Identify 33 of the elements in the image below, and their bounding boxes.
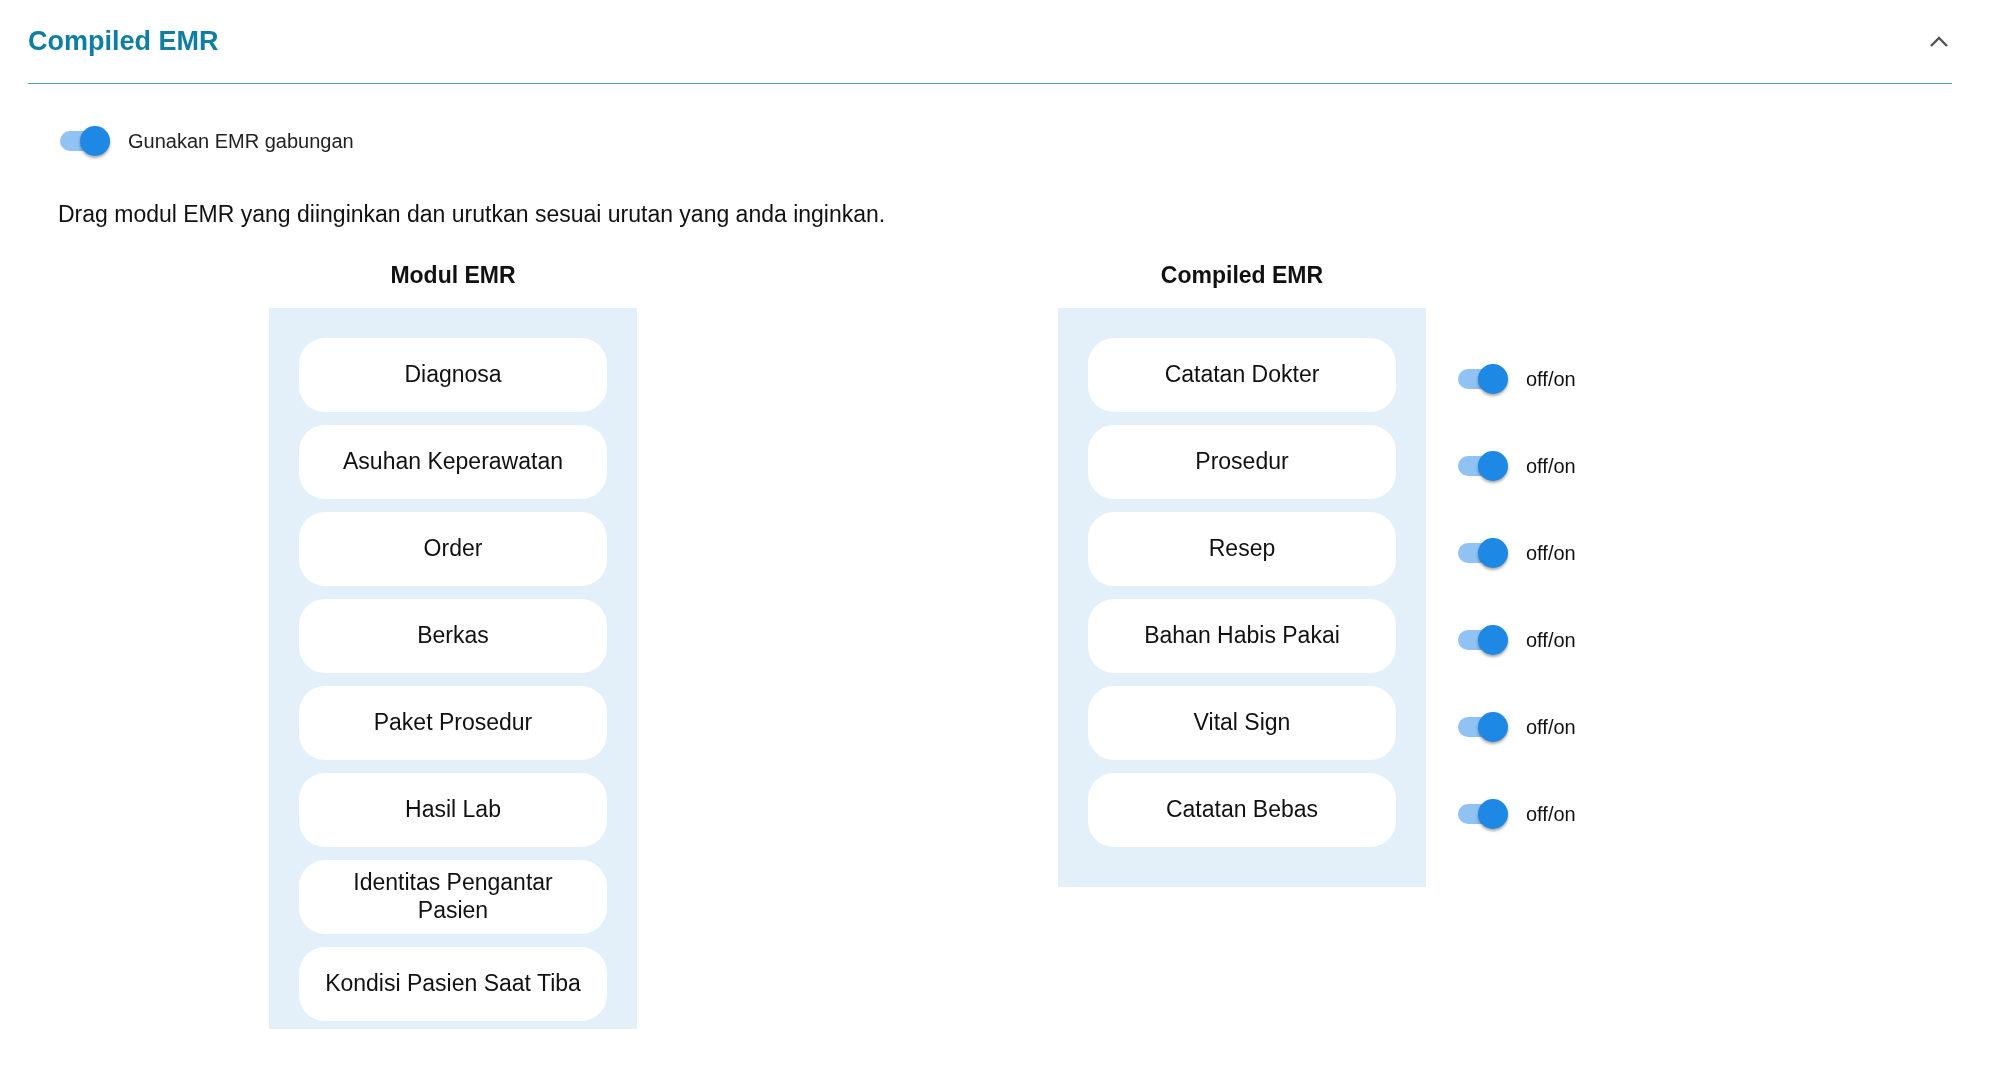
- module-card[interactable]: Catatan Dokter: [1088, 338, 1396, 412]
- module-card[interactable]: Paket Prosedur: [299, 686, 607, 760]
- toggle-label: off/on: [1526, 453, 1576, 479]
- module-card[interactable]: Order: [299, 512, 607, 586]
- module-card[interactable]: Bahan Habis Pakai: [1088, 599, 1396, 673]
- module-card[interactable]: Berkas: [299, 599, 607, 673]
- toggle-switch[interactable]: [1456, 449, 1510, 482]
- toggle-label: Gunakan EMR gabungan: [128, 129, 354, 154]
- toggle-label: off/on: [1526, 540, 1576, 566]
- toggle-label: off/on: [1526, 801, 1576, 827]
- toggle-label: off/on: [1526, 627, 1576, 653]
- toggle-switch[interactable]: [58, 125, 112, 157]
- module-card[interactable]: Resep: [1088, 512, 1396, 586]
- module-card[interactable]: Prosedur: [1088, 425, 1396, 499]
- module-card[interactable]: Hasil Lab: [299, 773, 607, 847]
- toggle-switch[interactable]: [1456, 623, 1510, 656]
- module-card[interactable]: Diagnosa: [299, 338, 607, 412]
- module-card[interactable]: Asuhan Keperawatan: [299, 425, 607, 499]
- toggle-label: off/on: [1526, 714, 1576, 740]
- module-card[interactable]: Identitas Pengantar Pasien: [299, 860, 607, 934]
- toggle-switch[interactable]: [1456, 797, 1510, 830]
- column-heading: Compiled EMR: [1159, 260, 1325, 290]
- toggle-switch[interactable]: [1456, 362, 1510, 395]
- toggle-switch[interactable]: [1456, 536, 1510, 569]
- module-card[interactable]: Catatan Bebas: [1088, 773, 1396, 847]
- toggle-switch[interactable]: [1456, 710, 1510, 743]
- module-card[interactable]: Kondisi Pasien Saat Tiba: [299, 947, 607, 1021]
- module-card[interactable]: Vital Sign: [1088, 686, 1396, 760]
- instruction-text: Drag modul EMR yang diinginkan dan urutkan sesuai urutan yang anda inginkan.: [58, 200, 887, 229]
- chevron-up-icon[interactable]: [1928, 34, 1950, 49]
- section-title: Compiled EMR: [28, 25, 219, 58]
- column-heading: Modul EMR: [389, 260, 517, 290]
- toggle-label: off/on: [1526, 366, 1576, 392]
